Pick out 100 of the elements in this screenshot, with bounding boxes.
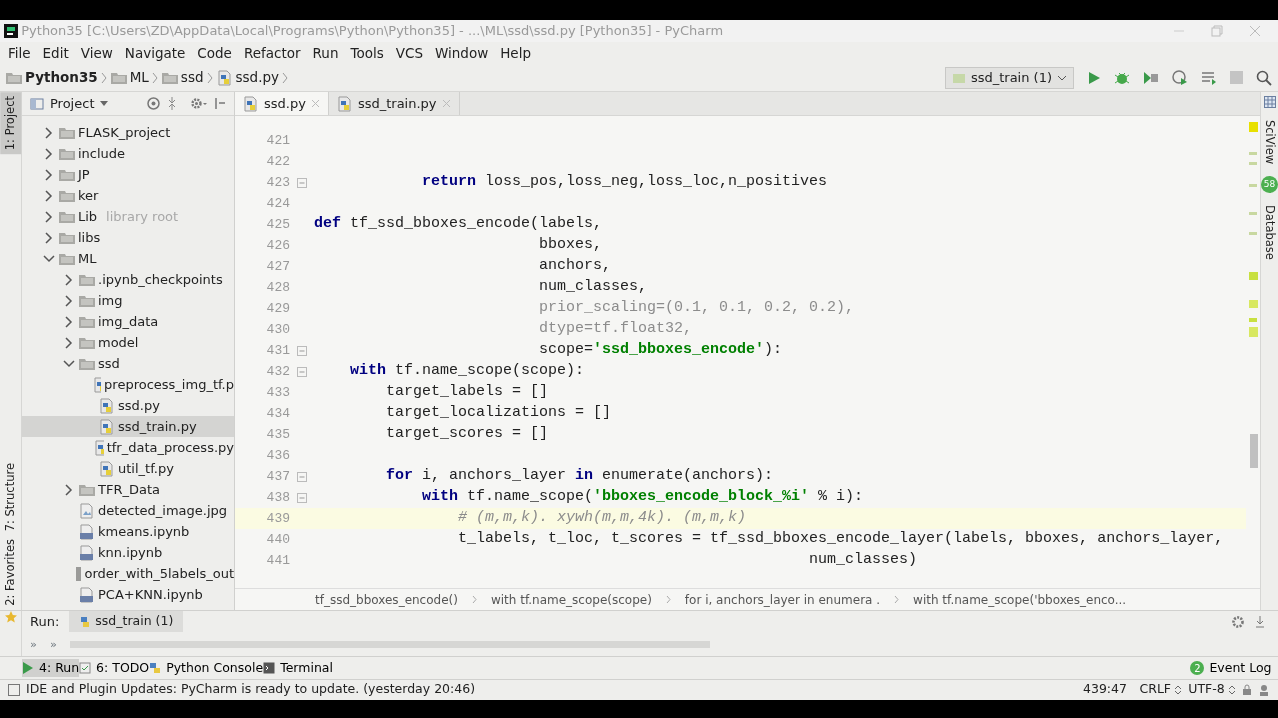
- tree-item[interactable]: include: [22, 143, 234, 164]
- tree-item[interactable]: knn.ipynb: [22, 542, 234, 563]
- tree-item[interactable]: ssd_train.py: [22, 416, 234, 437]
- item-label: order_with_5labels_out: [84, 564, 234, 583]
- settings-icon[interactable]: [190, 97, 208, 110]
- coverage-icon[interactable]: [1143, 70, 1159, 85]
- line-number: 440: [265, 530, 290, 549]
- tool-window-tab[interactable]: 2: Favorites: [0, 535, 22, 610]
- menu-item[interactable]: Tools: [344, 42, 390, 64]
- tree-item[interactable]: preprocess_img_tf.p: [22, 374, 234, 395]
- tree-item[interactable]: PCA+KNN.ipynb: [22, 584, 234, 605]
- tree-item[interactable]: JP: [22, 164, 234, 185]
- panel-toggle-icon[interactable]: [8, 683, 20, 696]
- tool-window-tab[interactable]: 7: Structure: [0, 458, 22, 536]
- tree-item[interactable]: util_tf.py: [22, 458, 234, 479]
- tool-window-button[interactable]: 6: TODO: [79, 658, 150, 678]
- tree-item[interactable]: ssd: [22, 353, 234, 374]
- menu-item[interactable]: Navigate: [118, 42, 192, 64]
- tree-item[interactable]: tfr_data_process.py: [22, 437, 234, 458]
- run-icon[interactable]: [1087, 70, 1101, 85]
- line-number: 430: [265, 320, 290, 339]
- tool-window-button[interactable]: 4: Run: [22, 658, 80, 678]
- menu-item[interactable]: Edit: [36, 42, 75, 64]
- tree-item[interactable]: img_data: [22, 311, 234, 332]
- editor-tab[interactable]: ssd_train.py: [328, 92, 460, 115]
- item-label: include: [78, 144, 126, 163]
- pin-icon[interactable]: [1255, 615, 1265, 628]
- run-tab[interactable]: ssd_train (1): [69, 611, 184, 633]
- code-breadcrumb[interactable]: with tf.name_scope(scope): [490, 590, 652, 609]
- python-file-icon: [216, 69, 233, 86]
- tree-item[interactable]: Lib library root: [22, 206, 234, 227]
- folder-icon: [79, 273, 95, 286]
- menu-item[interactable]: Refactor: [237, 42, 307, 64]
- expand-button[interactable]: »: [30, 635, 37, 653]
- locate-icon[interactable]: [146, 97, 160, 110]
- tree-item[interactable]: .ipynb_checkpoints: [22, 269, 234, 290]
- folder-icon: [59, 210, 75, 223]
- search-icon[interactable]: [1256, 69, 1272, 86]
- tool-window-tab[interactable]: SciView: [1258, 116, 1278, 169]
- tree-item[interactable]: ML: [22, 248, 234, 269]
- tree-item[interactable]: FLASK_project: [22, 122, 234, 143]
- tree-item[interactable]: order_with_5labels_out: [22, 563, 234, 584]
- tool-window-tab[interactable]: 1: Project: [0, 92, 22, 155]
- code-breadcrumb[interactable]: with tf.name_scope('bboxes_enco...: [913, 590, 1127, 609]
- menu-item[interactable]: Code: [191, 42, 238, 64]
- line-separator-selector[interactable]: CRLF: [1139, 680, 1183, 699]
- tree-item[interactable]: model: [22, 332, 234, 353]
- code-line: return loss_pos,loss_neg,loss_loc,n_positives: [421, 172, 828, 193]
- table-icon[interactable]: [1263, 96, 1276, 108]
- menu-item[interactable]: View: [74, 42, 119, 64]
- tree-item[interactable]: ssd.py: [22, 395, 234, 416]
- code-line: target_localizations = []: [385, 403, 612, 424]
- folder-icon: [161, 71, 178, 84]
- tree-item[interactable]: libs: [22, 227, 234, 248]
- list-icon[interactable]: [1201, 70, 1217, 85]
- caret-position[interactable]: 439:47: [1083, 680, 1127, 699]
- line-number: 428: [265, 278, 290, 297]
- tree-item[interactable]: img: [22, 290, 234, 311]
- menu-item[interactable]: VCS: [389, 42, 429, 64]
- expand-button[interactable]: »: [49, 635, 57, 653]
- status-message[interactable]: IDE and Plugin Updates: PyCharm is ready to update. (yesterday 20:46): [26, 680, 1077, 699]
- tool-window-button[interactable]: Python Console: [149, 658, 264, 678]
- tree-item[interactable]: kmeans.ipynb: [22, 521, 234, 542]
- panel-title[interactable]: Project: [50, 93, 95, 114]
- breadcrumb-item[interactable]: ssd: [180, 67, 204, 88]
- tree-item[interactable]: TFR_Data: [22, 479, 234, 500]
- tool-window-tab[interactable]: Database: [1258, 201, 1278, 264]
- item-label: ssd: [98, 354, 120, 373]
- folder-icon: [79, 315, 95, 328]
- menu-item[interactable]: Run: [306, 42, 345, 64]
- line-number: 429: [265, 299, 290, 318]
- run-configuration-dropdown[interactable]: ssd_train (1): [944, 66, 1074, 89]
- item-label: detected_image.jpg: [98, 501, 228, 520]
- app-icon: [4, 24, 18, 38]
- caret-icon[interactable]: [100, 100, 109, 107]
- lock-icon[interactable]: [1242, 683, 1252, 696]
- hide-icon[interactable]: [214, 97, 226, 110]
- item-label: tfr_data_process.py: [106, 438, 234, 457]
- code-breadcrumb[interactable]: for i, anchors_layer in enumera .: [684, 590, 881, 609]
- horizontal-scrollbar[interactable]: [69, 640, 710, 648]
- menu-item[interactable]: Help: [494, 42, 537, 64]
- tree-item[interactable]: ker: [22, 185, 234, 206]
- event-log-button[interactable]: 2 Event Log: [1190, 658, 1272, 678]
- tree-note: library root: [106, 207, 179, 226]
- profile-icon[interactable]: [1172, 69, 1188, 86]
- encoding-selector[interactable]: UTF-8: [1188, 680, 1236, 699]
- code-breadcrumb[interactable]: tf_ssd_bboxes_encode(): [315, 590, 458, 609]
- editor-tab[interactable]: ssd.py: [235, 92, 329, 115]
- breadcrumb-item[interactable]: ML: [129, 67, 149, 88]
- menu-item[interactable]: File: [2, 42, 37, 64]
- tool-window-button[interactable]: Terminal: [263, 658, 333, 678]
- line-number: 438: [265, 488, 290, 507]
- breadcrumb-item[interactable]: ssd.py: [235, 67, 279, 88]
- breadcrumb-item[interactable]: Python35: [25, 67, 98, 88]
- tree-item[interactable]: detected_image.jpg: [22, 500, 234, 521]
- line-number: 424: [265, 194, 290, 213]
- python-file-icon: [99, 418, 115, 435]
- settings-icon[interactable]: [1231, 614, 1245, 629]
- inspector-icon[interactable]: [1258, 683, 1270, 696]
- menu-item[interactable]: Window: [428, 42, 495, 64]
